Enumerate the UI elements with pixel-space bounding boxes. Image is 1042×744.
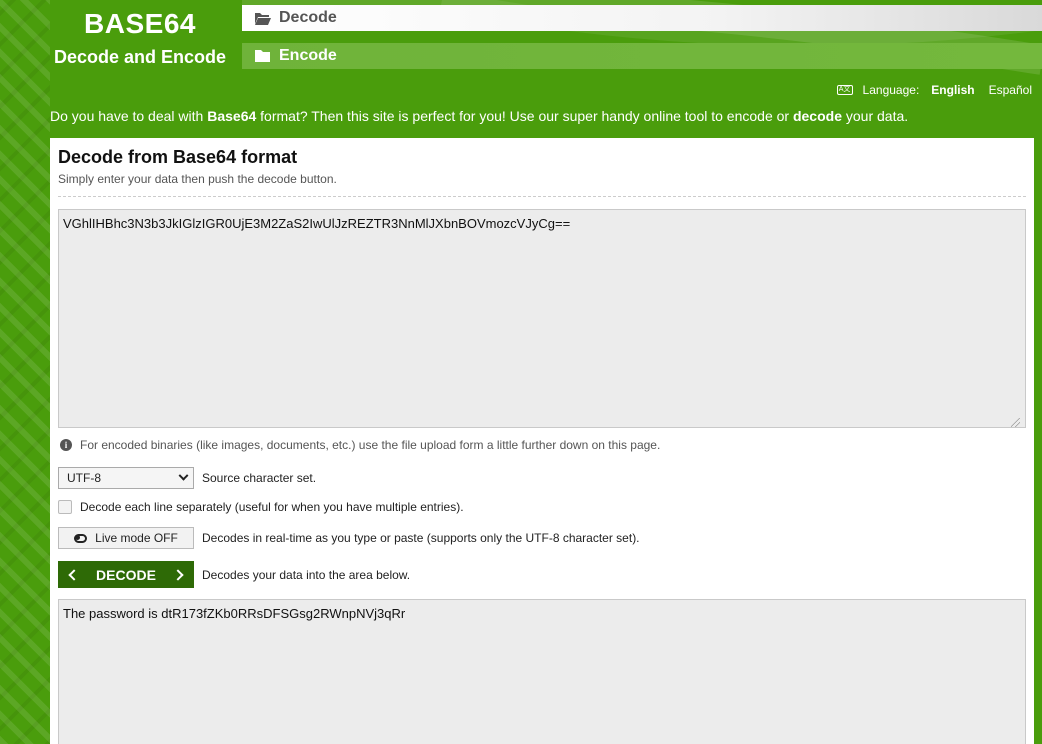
language-icon: A文: [836, 85, 853, 95]
folder-icon: [255, 50, 270, 62]
upload-hint: i For encoded binaries (like images, doc…: [60, 438, 660, 452]
intro-part3: your data.: [841, 108, 909, 124]
output-textarea[interactable]: The password is dtR173fZKb0RRsDFSGsg2RWn…: [58, 599, 1026, 744]
background-pattern: [0, 0, 50, 744]
decode-button-label: DECODE: [96, 566, 156, 583]
chevron-left-icon: [68, 568, 80, 581]
language-selector: A文 Language: English Español: [836, 82, 1032, 98]
folder-open-icon: [255, 13, 271, 25]
site-header: BASE64 Decode and Encode Decode Encode A…: [0, 0, 1042, 97]
chevron-down-icon: [178, 470, 189, 481]
chevron-right-icon: [172, 568, 184, 581]
intro-part2: format? Then this site is perfect for yo…: [256, 108, 793, 124]
decode-row: DECODE Decodes your data into the area b…: [58, 561, 410, 588]
language-label: Language:: [862, 83, 920, 97]
language-option-espanol[interactable]: Español: [989, 83, 1032, 97]
nav-tab-encode[interactable]: Encode: [242, 43, 1042, 69]
live-mode-description: Decodes in real-time as you type or past…: [202, 531, 640, 545]
intro-bold-base64: Base64: [207, 108, 257, 124]
resize-handle[interactable]: [1011, 418, 1020, 427]
logo-title[interactable]: BASE64: [52, 8, 228, 40]
charset-label: Source character set.: [202, 471, 317, 485]
charset-row: UTF-8 Source character set.: [58, 467, 316, 489]
decode-description: Decodes your data into the area below.: [202, 567, 411, 582]
each-line-checkbox[interactable]: [58, 500, 72, 514]
charset-select[interactable]: UTF-8: [58, 467, 194, 489]
toggle-icon: [74, 533, 88, 543]
decode-button[interactable]: DECODE: [58, 561, 194, 588]
intro-text: Do you have to deal with Base64 format? …: [50, 108, 908, 124]
page-subtitle: Simply enter your data then push the dec…: [58, 172, 337, 186]
nav-tab-decode-label: Decode: [279, 9, 337, 26]
each-line-label[interactable]: Decode each line separately (useful for …: [80, 500, 464, 514]
language-option-english[interactable]: English: [931, 83, 974, 97]
live-mode-row: Live mode OFF Decodes in real-time as yo…: [58, 527, 640, 549]
live-mode-button[interactable]: Live mode OFF: [58, 527, 194, 549]
page-title: Decode from Base64 format: [58, 147, 298, 167]
info-icon: i: [60, 439, 72, 451]
charset-selected: UTF-8: [67, 471, 101, 485]
input-textarea[interactable]: VGhlIHBhc3N3b3JkIGlzIGR0UjE3M2ZaS2IwUlJz…: [58, 209, 1026, 428]
decode-panel: Decode from Base64 format Simply enter y…: [50, 138, 1034, 744]
intro-part1: Do you have to deal with: [50, 108, 208, 124]
logo-subtitle[interactable]: Decode and Encode: [52, 47, 228, 68]
live-mode-button-label: Live mode OFF: [95, 531, 178, 545]
nav-tab-encode-label: Encode: [279, 47, 337, 64]
intro-bold-decode: decode: [792, 108, 842, 124]
nav-tab-decode[interactable]: Decode: [242, 5, 1042, 31]
upload-hint-text: For encoded binaries (like images, docum…: [80, 438, 661, 452]
each-line-row: Decode each line separately (useful for …: [58, 500, 464, 514]
divider: [58, 196, 1026, 197]
